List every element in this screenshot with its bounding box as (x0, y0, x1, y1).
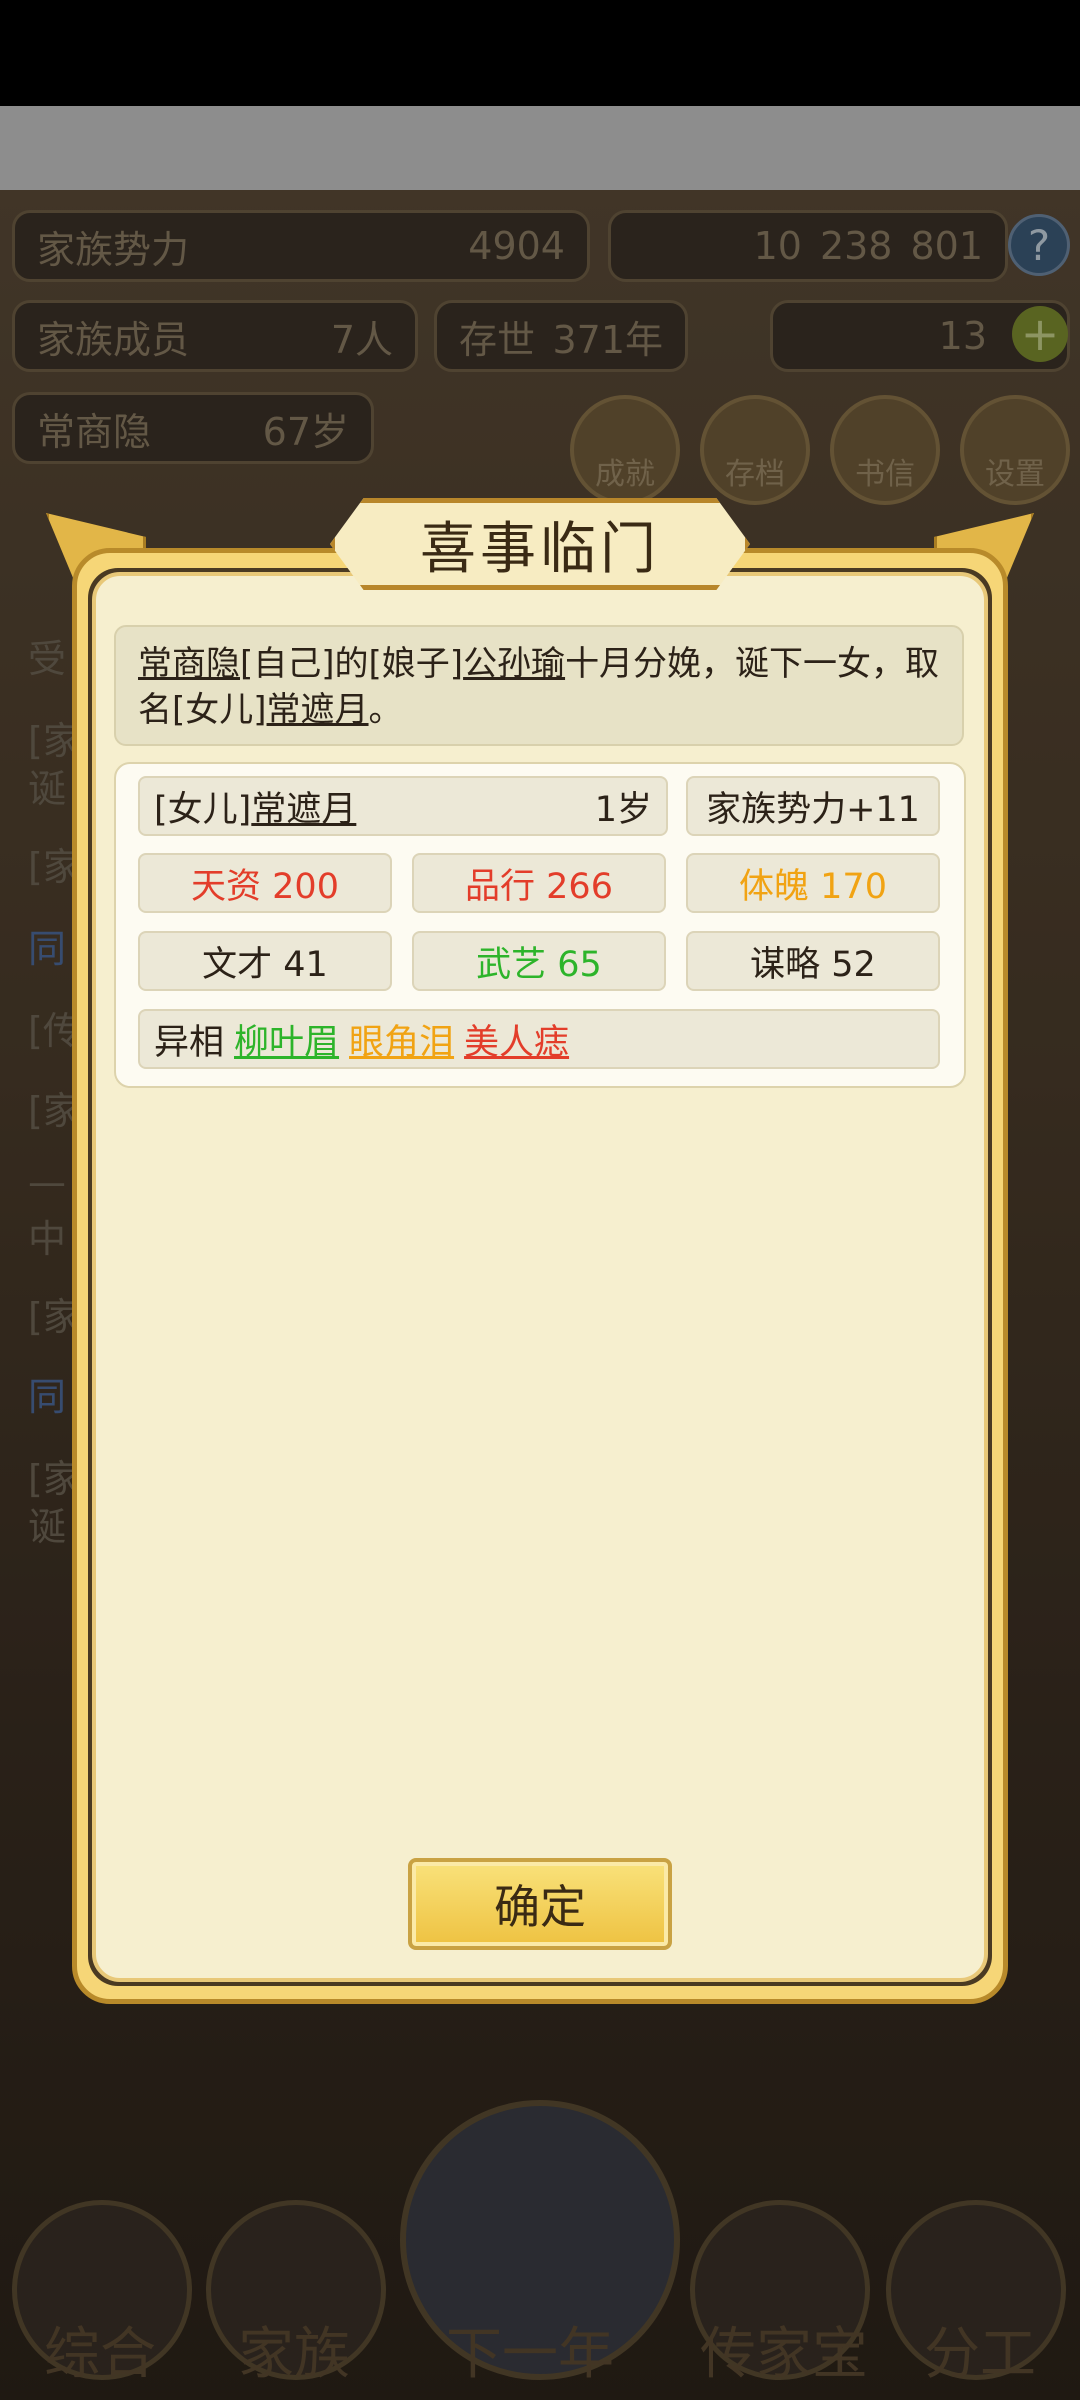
trait-beauty-mark[interactable]: 美人痣 (464, 1014, 569, 1065)
child-tag: [女儿] (154, 789, 252, 830)
message-of: 的 (334, 644, 369, 684)
event-message: 常商隐[自己]的[娘子]公孙瑜十月分娩，诞下一女，取名[女儿]常遮月。 (114, 625, 964, 746)
traits-row: 异相 柳叶眉 眼角泪 美人痣 (138, 1009, 940, 1069)
trait-willow-brows[interactable]: 柳叶眉 (234, 1014, 339, 1065)
stat-aptitude: 天资 200 (138, 853, 392, 913)
dialog-title: 喜事临门 (420, 516, 660, 582)
stat-martial: 武艺 65 (412, 931, 666, 991)
child-name-group: [女儿]常遮月 (154, 781, 356, 832)
message-wife[interactable]: 公孙瑜 (463, 644, 565, 684)
app-bar (0, 106, 1080, 190)
stat-literary: 文才 41 (138, 931, 392, 991)
power-bonus-cell: 家族势力+11 (686, 776, 940, 836)
message-tag-self: [自己] (240, 644, 335, 684)
power-bonus: 家族势力+11 (706, 789, 920, 830)
message-end: 。 (368, 690, 403, 730)
message-tag-wife: [娘子] (368, 644, 464, 684)
stat-physique: 体魄 170 (686, 853, 940, 913)
status-bar (0, 0, 1080, 106)
child-name-cell[interactable]: [女儿]常遮月 1岁 (138, 776, 668, 836)
dialog-title-plate: 喜事临门 (330, 498, 750, 590)
child-age: 1岁 (594, 789, 652, 830)
confirm-button[interactable]: 确定 (408, 1858, 672, 1950)
message-tag-daughter: [女儿] (172, 690, 267, 730)
stat-strategy: 谋略 52 (686, 931, 940, 991)
traits-label: 异相 (154, 1022, 225, 1063)
stat-conduct: 品行 266 (412, 853, 666, 913)
message-child[interactable]: 常遮月 (267, 690, 369, 730)
child-name[interactable]: 常遮月 (251, 790, 356, 830)
confirm-label: 确定 (494, 1880, 586, 1934)
trait-tear-mole[interactable]: 眼角泪 (349, 1014, 454, 1065)
message-actor[interactable]: 常商隐 (138, 644, 240, 684)
